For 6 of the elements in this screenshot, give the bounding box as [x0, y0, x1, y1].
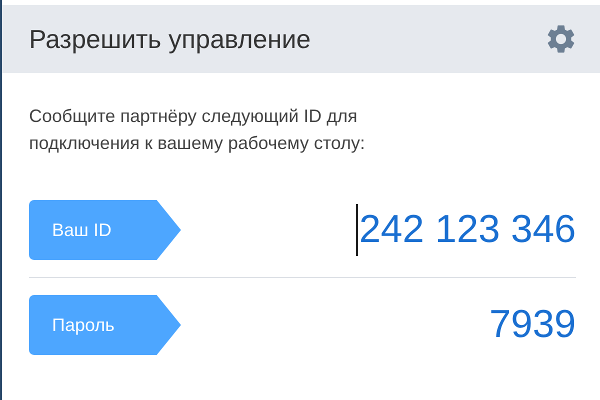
instructions-text: Сообщите партнёру следующий ID для подключения к вашему рабочему столу: [29, 105, 366, 155]
field-value: 7939 [489, 302, 576, 348]
field-value: 242 123 346 [356, 204, 576, 256]
field-label: Ваш ID [29, 200, 181, 260]
field-label: Пароль [29, 295, 181, 355]
panel-title: Разрешить управление [29, 22, 311, 56]
